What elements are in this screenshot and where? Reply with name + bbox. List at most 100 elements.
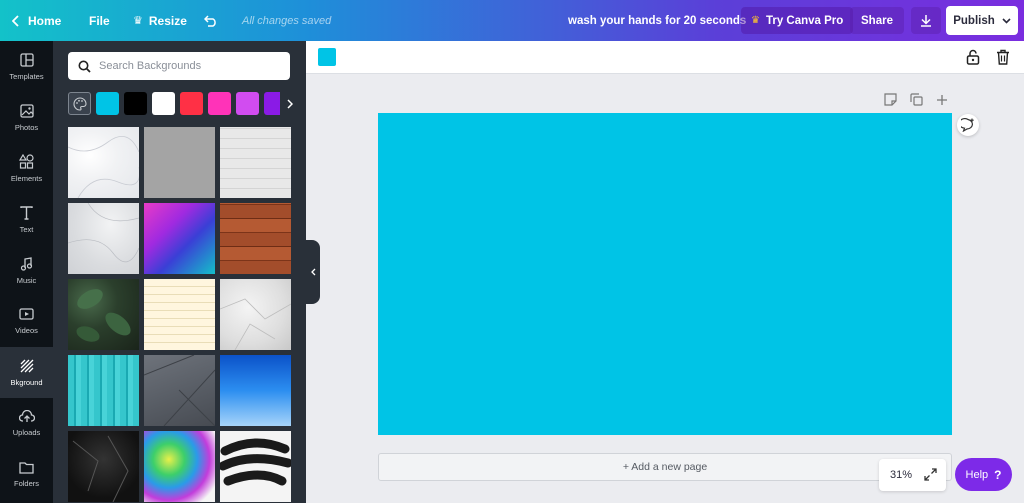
sidebar-item-music[interactable]: Music (0, 245, 53, 296)
plus-icon (937, 95, 947, 105)
sidebar-item-background[interactable]: Bkground (0, 347, 53, 398)
download-button[interactable] (911, 7, 941, 34)
side-navigation: Templates Photos Elements Text Music Vid… (0, 41, 53, 503)
resize-button[interactable]: ♛ Resize (133, 0, 187, 41)
download-icon (921, 15, 931, 27)
videos-icon (19, 308, 34, 320)
palette-icon (72, 96, 87, 111)
chevron-left-icon (310, 268, 315, 276)
background-thumbnail[interactable] (220, 355, 291, 426)
resize-label: Resize (148, 13, 187, 28)
color-swatches (68, 92, 300, 116)
page-notes-button[interactable] (884, 93, 897, 111)
background-thumbnail[interactable] (220, 127, 291, 198)
duplicate-icon (910, 93, 923, 106)
color-palette-button[interactable] (68, 92, 91, 115)
try-canva-pro-button[interactable]: ♛ Try Canva Pro (741, 7, 854, 34)
background-thumbnail[interactable] (68, 431, 139, 502)
save-status: All changes saved (242, 14, 332, 27)
background-thumbnail[interactable] (68, 355, 139, 426)
add-page-icon-button[interactable] (936, 93, 948, 111)
background-icon (20, 359, 33, 372)
home-button[interactable]: Home (12, 0, 61, 41)
home-label: Home (28, 13, 62, 28)
background-thumbnail[interactable] (220, 431, 291, 502)
publish-label: Publish (953, 14, 995, 27)
share-label: Share (861, 14, 893, 27)
question-mark-icon: ? (994, 467, 1002, 482)
sidebar-item-text[interactable]: Text (0, 194, 53, 245)
file-label: File (89, 13, 110, 28)
zoom-control[interactable]: 31% (879, 459, 946, 491)
crown-icon: ♛ (133, 15, 143, 27)
background-thumbnail[interactable] (144, 127, 215, 198)
background-thumbnail[interactable] (68, 127, 139, 198)
background-thumbnail[interactable] (144, 355, 215, 426)
search-icon (78, 60, 91, 73)
search-input[interactable] (99, 60, 279, 72)
color-swatch-orchid[interactable] (236, 92, 259, 115)
uploads-icon (18, 410, 35, 422)
help-button[interactable]: Help ? (955, 458, 1012, 491)
collapse-panel-button[interactable] (306, 240, 320, 304)
music-icon (20, 256, 33, 271)
color-swatch-cyan[interactable] (96, 92, 119, 115)
templates-icon (19, 52, 34, 67)
sidebar-item-label: Music (16, 275, 37, 285)
color-swatch-white[interactable] (152, 92, 175, 115)
try-pro-label: Try Canva Pro (765, 14, 844, 27)
backgrounds-panel (53, 41, 306, 503)
undo-button[interactable] (204, 0, 218, 41)
sidebar-item-uploads[interactable]: Uploads (0, 398, 53, 449)
chevron-left-icon (12, 14, 19, 27)
background-color-button[interactable] (318, 48, 336, 66)
folders-icon (19, 462, 34, 474)
sidebar-item-videos[interactable]: Videos (0, 296, 53, 347)
sidebar-item-label: Uploads (12, 428, 41, 437)
zoom-level: 31% (890, 469, 913, 481)
search-box[interactable] (68, 52, 290, 80)
crown-icon: ♛ (751, 15, 760, 26)
top-bar: Home File ♛ Resize All changes saved was… (0, 0, 1024, 41)
lock-button[interactable] (966, 49, 980, 70)
help-label: Help (965, 468, 989, 481)
design-title[interactable]: wash your hands for 20 seconds (568, 0, 746, 41)
add-comment-button[interactable] (957, 114, 979, 136)
file-menu[interactable]: File (89, 0, 110, 41)
share-button[interactable]: Share (850, 7, 904, 34)
sidebar-item-photos[interactable]: Photos (0, 92, 53, 143)
background-thumbnail[interactable] (220, 203, 291, 274)
text-icon (20, 205, 33, 220)
background-thumbnail[interactable] (68, 279, 139, 350)
duplicate-page-button[interactable] (910, 93, 923, 111)
elements-icon (19, 154, 34, 169)
sidebar-item-label: Templates (9, 71, 44, 81)
sidebar-item-label: Videos (15, 326, 38, 335)
sidebar-item-label: Bkground (10, 377, 43, 387)
sidebar-item-label: Photos (14, 122, 39, 132)
delete-button[interactable] (996, 49, 1010, 70)
sidebar-item-elements[interactable]: Elements (0, 143, 53, 194)
expand-icon[interactable] (924, 468, 937, 481)
color-swatch-black[interactable] (124, 92, 147, 115)
swatch-scroll-right-button[interactable] (280, 92, 300, 115)
background-thumbnail[interactable] (68, 203, 139, 274)
color-swatch-pink[interactable] (208, 92, 231, 115)
design-canvas[interactable] (378, 113, 952, 435)
sidebar-item-label: Text (19, 224, 34, 234)
background-thumbnail[interactable] (144, 431, 215, 502)
sidebar-item-templates[interactable]: Templates (0, 41, 53, 92)
comment-icon (961, 118, 974, 132)
background-thumbnail[interactable] (144, 279, 215, 350)
publish-button[interactable]: Publish (946, 6, 1018, 35)
sidebar-item-folders[interactable]: Folders (0, 449, 53, 500)
color-swatch-red[interactable] (180, 92, 203, 115)
color-swatch-purple[interactable] (264, 92, 280, 115)
unlock-icon (966, 49, 980, 65)
undo-icon (204, 14, 216, 27)
background-thumbnail[interactable] (220, 279, 291, 350)
add-new-page-button[interactable]: + Add a new page (378, 453, 952, 481)
chevron-right-icon (287, 98, 293, 109)
background-thumbnail[interactable] (144, 203, 215, 274)
sidebar-item-label: Elements (10, 174, 43, 183)
